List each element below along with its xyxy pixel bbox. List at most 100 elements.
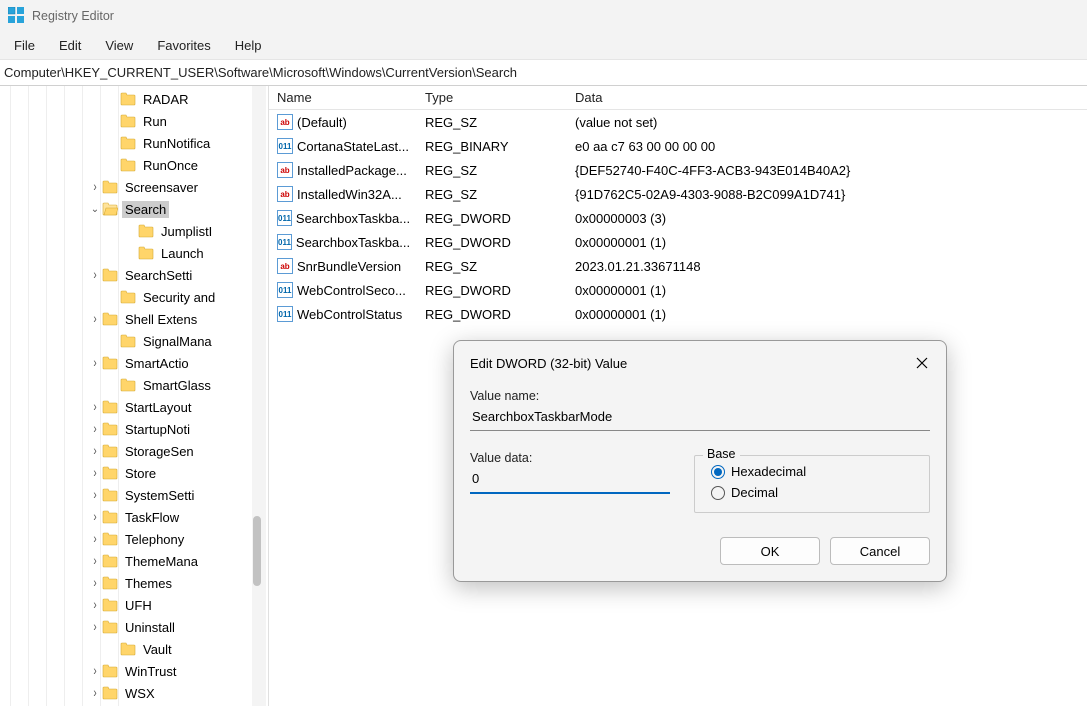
chevron-right-icon[interactable]: › xyxy=(90,597,100,612)
tree-item[interactable]: ›TaskFlow xyxy=(0,506,268,528)
tree-item[interactable]: SignalMana xyxy=(0,330,268,352)
value-name-input[interactable] xyxy=(470,405,930,431)
table-row[interactable]: abInstalledWin32A...REG_SZ{91D762C5-02A9… xyxy=(269,182,1087,206)
value-name: SearchboxTaskba... xyxy=(296,235,410,250)
chevron-right-icon[interactable]: › xyxy=(90,465,100,480)
folder-icon xyxy=(120,136,136,150)
folder-icon xyxy=(120,290,136,304)
tree-item[interactable]: ›UFH xyxy=(0,594,268,616)
chevron-down-icon[interactable]: ⌄ xyxy=(90,204,100,215)
chevron-right-icon[interactable]: › xyxy=(90,553,100,568)
table-row[interactable]: 011SearchboxTaskba...REG_DWORD0x00000001… xyxy=(269,230,1087,254)
menu-edit[interactable]: Edit xyxy=(49,34,91,57)
tree-item[interactable]: ›Screensaver xyxy=(0,176,268,198)
base-label: Base xyxy=(703,447,740,461)
chevron-right-icon[interactable]: › xyxy=(90,531,100,546)
folder-icon xyxy=(102,510,118,524)
tree-item[interactable]: ›WSX xyxy=(0,682,268,704)
tree-panel: RADARRunRunNotificaRunOnce›Screensaver⌄S… xyxy=(0,86,269,706)
value-data: (value not set) xyxy=(567,113,1087,132)
tree-item[interactable]: › StorageSen xyxy=(0,440,268,462)
tree-item[interactable]: Launch xyxy=(0,242,268,264)
chevron-right-icon[interactable]: › xyxy=(90,267,100,282)
col-name[interactable]: Name xyxy=(269,86,417,109)
tree-item[interactable]: ›SearchSetti xyxy=(0,264,268,286)
chevron-right-icon[interactable]: › xyxy=(90,399,100,414)
chevron-right-icon[interactable]: › xyxy=(90,509,100,524)
folder-icon xyxy=(102,180,118,194)
chevron-right-icon[interactable]: › xyxy=(90,619,100,634)
value-type: REG_BINARY xyxy=(417,137,567,156)
close-icon[interactable] xyxy=(910,351,934,375)
chevron-right-icon[interactable]: › xyxy=(90,311,100,326)
value-data-label: Value data: xyxy=(470,451,670,465)
tree-scrollbar-thumb[interactable] xyxy=(253,516,261,586)
chevron-right-icon[interactable]: › xyxy=(90,487,100,502)
tree-item[interactable]: ›Telephony xyxy=(0,528,268,550)
chevron-right-icon[interactable]: › xyxy=(90,685,100,700)
table-row[interactable]: ab(Default)REG_SZ(value not set) xyxy=(269,110,1087,134)
folder-icon xyxy=(120,642,136,656)
col-type[interactable]: Type xyxy=(417,86,567,109)
tree-item[interactable]: ›WinTrust xyxy=(0,660,268,682)
chevron-right-icon[interactable]: › xyxy=(90,663,100,678)
col-data[interactable]: Data xyxy=(567,86,1087,109)
tree-item[interactable]: ›Themes xyxy=(0,572,268,594)
address-bar[interactable]: Computer\HKEY_CURRENT_USER\Software\Micr… xyxy=(0,60,1087,86)
ok-button[interactable]: OK xyxy=(720,537,820,565)
tree-item[interactable]: ›Uninstall xyxy=(0,616,268,638)
radio-hexadecimal[interactable]: Hexadecimal xyxy=(711,464,919,479)
menu-view[interactable]: View xyxy=(95,34,143,57)
table-row[interactable]: 011WebControlStatusREG_DWORD0x00000001 (… xyxy=(269,302,1087,326)
radio-decimal[interactable]: Decimal xyxy=(711,485,919,500)
tree-item[interactable]: ›SmartActio xyxy=(0,352,268,374)
tree-item[interactable]: Vault xyxy=(0,638,268,660)
folder-icon xyxy=(102,268,118,282)
menu-file[interactable]: File xyxy=(4,34,45,57)
folder-icon xyxy=(102,422,118,436)
binary-value-icon: 011 xyxy=(277,210,292,226)
folder-icon xyxy=(102,444,118,458)
tree-item[interactable]: ⌄Search xyxy=(0,198,268,220)
table-row[interactable]: 011CortanaStateLast...REG_BINARYe0 aa c7… xyxy=(269,134,1087,158)
value-data-input[interactable] xyxy=(470,467,670,494)
tree-item[interactable]: ›StartupNoti xyxy=(0,418,268,440)
table-row[interactable]: abInstalledPackage...REG_SZ{DEF52740-F40… xyxy=(269,158,1087,182)
tree-item[interactable]: ›SystemSetti xyxy=(0,484,268,506)
folder-icon xyxy=(102,598,118,612)
chevron-right-icon[interactable]: › xyxy=(90,443,100,458)
tree-item[interactable]: ›StartLayout xyxy=(0,396,268,418)
folder-icon xyxy=(102,400,118,414)
tree-item[interactable]: RunNotifica xyxy=(0,132,268,154)
chevron-right-icon[interactable]: › xyxy=(90,421,100,436)
string-value-icon: ab xyxy=(277,258,293,274)
value-data: {91D762C5-02A9-4303-9088-B2C099A1D741} xyxy=(567,185,1087,204)
folder-icon xyxy=(138,224,154,238)
chevron-right-icon[interactable]: › xyxy=(90,575,100,590)
tree-item-label: StorageSen xyxy=(122,443,197,460)
tree-item-label: RunOnce xyxy=(140,157,201,174)
table-row[interactable]: 011WebControlSeco...REG_DWORD0x00000001 … xyxy=(269,278,1087,302)
menu-favorites[interactable]: Favorites xyxy=(147,34,220,57)
tree-item[interactable]: ›ThemeMana xyxy=(0,550,268,572)
table-row[interactable]: abSnrBundleVersionREG_SZ2023.01.21.33671… xyxy=(269,254,1087,278)
tree-item[interactable]: Run xyxy=(0,110,268,132)
chevron-right-icon[interactable]: › xyxy=(90,355,100,370)
radio-label-hex: Hexadecimal xyxy=(731,464,806,479)
tree-item[interactable]: JumplistI xyxy=(0,220,268,242)
tree-scrollbar[interactable] xyxy=(252,86,266,706)
tree-item[interactable]: Security and xyxy=(0,286,268,308)
chevron-right-icon[interactable]: › xyxy=(90,179,100,194)
tree-item[interactable]: ›Store xyxy=(0,462,268,484)
binary-value-icon: 011 xyxy=(277,306,293,322)
menu-help[interactable]: Help xyxy=(225,34,272,57)
cancel-button[interactable]: Cancel xyxy=(830,537,930,565)
value-type: REG_DWORD xyxy=(417,233,567,252)
tree-item[interactable]: RunOnce xyxy=(0,154,268,176)
tree-item[interactable]: RADAR xyxy=(0,88,268,110)
table-row[interactable]: 011SearchboxTaskba...REG_DWORD0x00000003… xyxy=(269,206,1087,230)
folder-icon xyxy=(120,378,136,392)
tree-item[interactable]: SmartGlass xyxy=(0,374,268,396)
tree-item-label: RADAR xyxy=(140,91,192,108)
tree-item[interactable]: ›Shell Extens xyxy=(0,308,268,330)
